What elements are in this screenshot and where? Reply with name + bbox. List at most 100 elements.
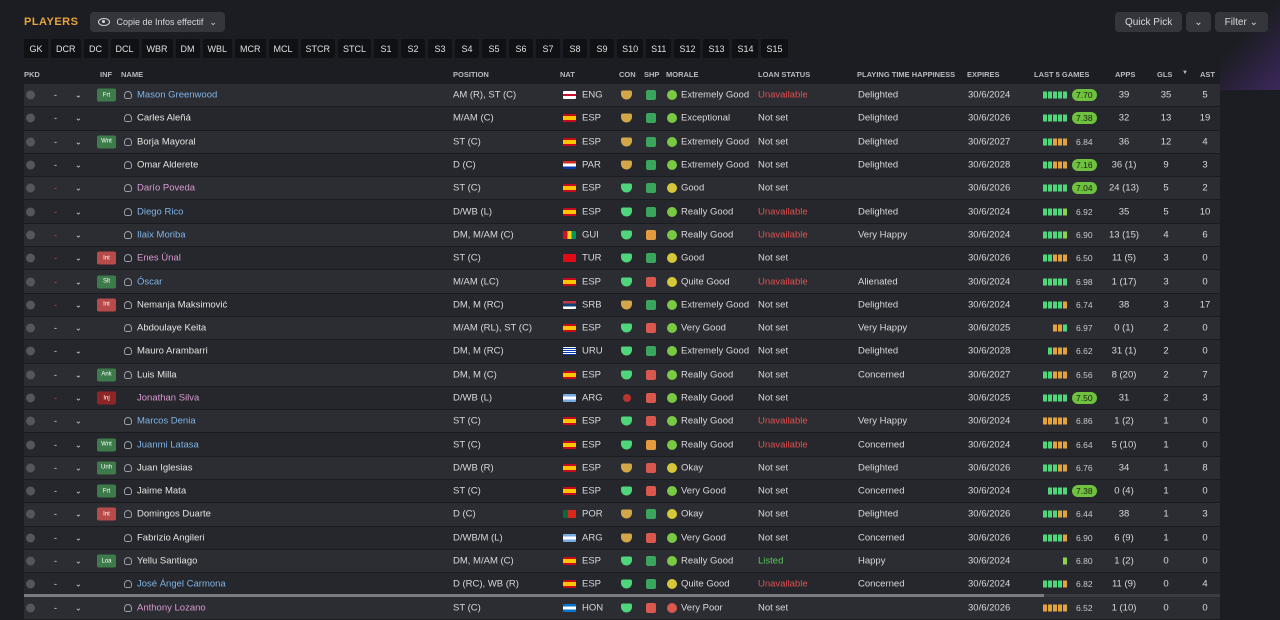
filter-button[interactable]: Filter ⌄: [1214, 12, 1268, 32]
chevron-down-icon[interactable]: ⌄: [75, 230, 82, 239]
table-row[interactable]: - ⌄ Abdoulaye Keita M/AM (RL), ST (C) ESP Ver…: [24, 316, 1220, 341]
table-row[interactable]: - ⌄ Omar Alderete D (C) PAR Extremely Good Not…: [24, 153, 1220, 178]
selection-cell[interactable]: -: [54, 90, 57, 100]
selection-cell[interactable]: -: [54, 253, 57, 263]
position-filter-dc[interactable]: DC: [83, 39, 108, 58]
player-name-link[interactable]: Óscar: [137, 276, 162, 287]
chevron-down-icon[interactable]: ⌄: [75, 114, 82, 123]
player-name-link[interactable]: Mason Greenwood: [137, 90, 217, 101]
chevron-down-icon[interactable]: ⌄: [75, 603, 82, 612]
chevron-down-icon[interactable]: ⌄: [75, 440, 82, 449]
penalty-taker-icon[interactable]: [26, 183, 35, 193]
table-row[interactable]: - ⌄ Int Nemanja Maksimović DM, M (RC) SRB Extr…: [24, 293, 1220, 317]
player-name-link[interactable]: Jonathan Silva: [137, 393, 199, 404]
position-filter-mcl[interactable]: MCL: [268, 39, 298, 58]
penalty-taker-icon[interactable]: [26, 416, 35, 426]
selection-cell[interactable]: -: [54, 509, 57, 519]
table-row[interactable]: - ⌄ Unh Juan Iglesias D/WB (R) ESP Okay Not set…: [24, 456, 1220, 481]
selection-cell[interactable]: -: [54, 183, 57, 193]
table-row[interactable]: - ⌄ Int Domingos Duarte D (C) POR Okay Not set D…: [24, 503, 1220, 527]
chevron-down-icon[interactable]: ⌄: [75, 324, 82, 333]
player-name-link[interactable]: José Ángel Carmona: [137, 579, 226, 590]
selection-cell[interactable]: -: [54, 440, 57, 450]
table-row[interactable]: - ⌄ Fabrizio Angileri D/WB/M (L) ARG Very Goo…: [24, 526, 1220, 550]
player-name-link[interactable]: Juanmi Latasa: [137, 439, 199, 450]
chevron-down-icon[interactable]: ⌄: [75, 300, 82, 309]
position-filter-stcr[interactable]: STCR: [300, 39, 336, 58]
scrollbar-thumb[interactable]: [24, 594, 1044, 597]
penalty-taker-icon[interactable]: [26, 533, 35, 543]
table-row[interactable]: - ⌄ Anthony Lozano ST (C) HON Very Poor Not se…: [24, 596, 1220, 620]
chevron-down-icon[interactable]: ⌄: [75, 184, 82, 193]
player-name-link[interactable]: Omar Alderete: [137, 160, 198, 171]
penalty-taker-icon[interactable]: [26, 486, 35, 496]
penalty-taker-icon[interactable]: [26, 300, 35, 310]
col-apps[interactable]: APPS: [1115, 70, 1135, 79]
selection-cell[interactable]: -: [54, 463, 57, 473]
chevron-down-icon[interactable]: ⌄: [75, 394, 82, 403]
selection-cell[interactable]: -: [54, 230, 57, 240]
position-filter-s2[interactable]: S2: [401, 39, 426, 58]
chevron-down-icon[interactable]: ⌄: [75, 580, 82, 589]
table-row[interactable]: - ⌄ Ank Luis Milla DM, M (C) ESP Really Good No…: [24, 363, 1220, 387]
penalty-taker-icon[interactable]: [26, 160, 35, 170]
view-selector-button[interactable]: Copie de Infos effectif ⌄: [90, 12, 225, 32]
position-filter-s11[interactable]: S11: [646, 39, 672, 58]
player-name-link[interactable]: Jaime Mata: [137, 486, 186, 497]
position-filter-mcr[interactable]: MCR: [235, 39, 266, 58]
position-filter-s4[interactable]: S4: [455, 39, 480, 58]
position-filter-s15[interactable]: S15: [761, 39, 788, 58]
table-row[interactable]: - ⌄ Mauro Arambarri DM, M (RC) URU Extremely …: [24, 340, 1220, 364]
selection-cell[interactable]: -: [54, 300, 57, 310]
selection-cell[interactable]: -: [54, 346, 57, 356]
table-row[interactable]: - ⌄ Inj Jonathan Silva D/WB (L) ARG Really Goo…: [24, 386, 1220, 411]
chevron-down-icon[interactable]: ⌄: [75, 137, 82, 146]
position-filter-dm[interactable]: DM: [175, 39, 200, 58]
table-row[interactable]: - ⌄ Int Enes Ünal ST (C) TUR Good Not set 30/6/2…: [24, 247, 1220, 271]
chevron-down-icon[interactable]: ⌄: [75, 417, 82, 426]
position-filter-s3[interactable]: S3: [428, 39, 453, 58]
position-filter-s9[interactable]: S9: [590, 39, 615, 58]
penalty-taker-icon[interactable]: [26, 230, 35, 240]
position-filter-dcr[interactable]: DCR: [51, 39, 81, 58]
selection-cell[interactable]: -: [54, 323, 57, 333]
table-row[interactable]: - ⌄ Frt Jaime Mata ST (C) ESP Very Good Not set…: [24, 480, 1220, 504]
chevron-down-icon[interactable]: ⌄: [75, 487, 82, 496]
player-name-link[interactable]: Juan Iglesias: [137, 462, 192, 473]
player-name-link[interactable]: Borja Mayoral: [137, 136, 196, 147]
penalty-taker-icon[interactable]: [26, 277, 35, 287]
horizontal-scrollbar[interactable]: [24, 594, 1220, 597]
chevron-down-icon[interactable]: ⌄: [75, 533, 82, 542]
table-row[interactable]: - ⌄ Wnt Borja Mayoral ST (C) ESP Extremely Goo…: [24, 130, 1220, 154]
penalty-taker-icon[interactable]: [26, 253, 35, 263]
position-filter-s12[interactable]: S12: [674, 39, 701, 58]
selection-cell[interactable]: -: [54, 137, 57, 147]
position-filter-s7[interactable]: S7: [536, 39, 561, 58]
selection-cell[interactable]: -: [54, 556, 57, 566]
player-name-link[interactable]: Domingos Duarte: [137, 509, 211, 520]
selection-cell[interactable]: -: [54, 533, 57, 543]
penalty-taker-icon[interactable]: [26, 556, 35, 566]
col-con[interactable]: CON: [619, 70, 636, 79]
chevron-down-icon[interactable]: ⌄: [75, 277, 82, 286]
player-name-link[interactable]: Enes Ünal: [137, 253, 181, 264]
selection-cell[interactable]: -: [54, 486, 57, 496]
position-filter-s8[interactable]: S8: [563, 39, 588, 58]
quick-pick-dropdown-button[interactable]: ⌄: [1186, 12, 1211, 32]
chevron-down-icon[interactable]: ⌄: [75, 254, 82, 263]
col-shp[interactable]: SHP: [644, 70, 659, 79]
chevron-down-icon[interactable]: ⌄: [75, 207, 82, 216]
penalty-taker-icon[interactable]: [26, 323, 35, 333]
table-row[interactable]: - ⌄ Carles Aleñá M/AM (C) ESP Exceptional Not …: [24, 107, 1220, 131]
chevron-down-icon[interactable]: ⌄: [75, 91, 82, 100]
position-filter-dcl[interactable]: DCL: [110, 39, 139, 58]
table-row[interactable]: - ⌄ Ilaix Moriba DM, M/AM (C) GUI Really Good…: [24, 223, 1220, 248]
col-inf[interactable]: INF: [100, 70, 112, 79]
col-last-5-games[interactable]: LAST 5 GAMES: [1034, 70, 1089, 79]
position-filter-s6[interactable]: S6: [509, 39, 534, 58]
player-name-link[interactable]: Luis Milla: [137, 369, 177, 380]
selection-cell[interactable]: -: [54, 370, 57, 380]
quick-pick-button[interactable]: Quick Pick: [1114, 12, 1183, 32]
penalty-taker-icon[interactable]: [26, 579, 35, 589]
player-name-link[interactable]: Ilaix Moriba: [137, 229, 186, 240]
